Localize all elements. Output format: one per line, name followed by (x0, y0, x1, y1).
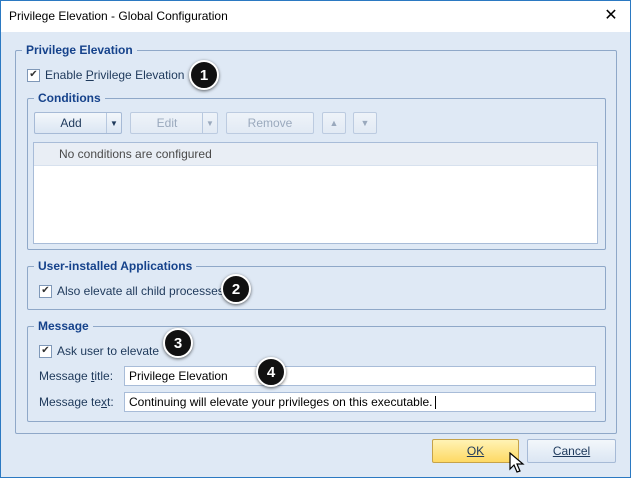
user-installed-applications-legend: User-installed Applications (34, 259, 197, 273)
enable-privilege-elevation-label: Enable Privilege Elevation (45, 68, 185, 82)
callout-marker-1: 1 (189, 60, 219, 90)
conditions-empty-text: No conditions are configured (59, 147, 212, 161)
cancel-button[interactable]: Cancel (527, 439, 616, 463)
message-title-input[interactable]: Privilege Elevation (124, 366, 596, 386)
callout-marker-2: 2 (221, 274, 251, 304)
ask-user-to-elevate-label: Ask user to elevate (57, 344, 160, 358)
add-button-label: Add (60, 116, 82, 130)
move-up-button[interactable]: ▲ (322, 112, 346, 134)
message-legend: Message (34, 319, 93, 333)
elevate-child-processes-checkbox[interactable]: ✔ Also elevate all child processes (39, 284, 224, 298)
add-dropdown-arrow-icon[interactable]: ▼ (106, 113, 121, 133)
window-title: Privilege Elevation - Global Configurati… (9, 9, 228, 23)
title-bar[interactable]: Privilege Elevation - Global Configurati… (1, 1, 630, 32)
ok-button-label: OK (466, 444, 485, 458)
edit-button[interactable]: Edit ▼ (130, 112, 218, 134)
close-icon[interactable]: ✕ (600, 5, 622, 27)
arrow-down-icon: ▼ (360, 118, 370, 128)
callout-marker-3: 3 (163, 328, 193, 358)
message-title-label: Message title: (39, 369, 114, 383)
edit-button-label: Edit (156, 116, 178, 130)
conditions-legend: Conditions (34, 91, 105, 105)
conditions-list[interactable]: No conditions are configured (33, 142, 598, 244)
checkbox-check-icon[interactable]: ✔ (27, 68, 40, 82)
conditions-empty-row: No conditions are configured (34, 143, 597, 166)
ask-user-to-elevate-checkbox[interactable]: ✔ Ask user to elevate (39, 344, 159, 358)
mouse-cursor-icon (509, 452, 525, 473)
message-text-input[interactable]: Continuing will elevate your privileges … (124, 392, 596, 412)
remove-button-label: Remove (247, 116, 293, 130)
remove-button[interactable]: Remove (226, 112, 314, 134)
enable-privilege-elevation-checkbox[interactable]: ✔ Enable Privilege Elevation (27, 68, 184, 82)
callout-marker-4: 4 (256, 357, 286, 387)
arrow-up-icon: ▲ (329, 118, 339, 128)
text-cursor (434, 396, 436, 410)
add-button[interactable]: Add ▼ (34, 112, 122, 134)
move-down-button[interactable]: ▼ (353, 112, 377, 134)
privilege-elevation-legend: Privilege Elevation (22, 43, 137, 57)
cancel-button-label: Cancel (552, 444, 591, 458)
edit-dropdown-arrow-icon[interactable]: ▼ (202, 113, 217, 133)
ok-button[interactable]: OK (432, 439, 519, 463)
message-text-label: Message text: (39, 395, 114, 409)
checkbox-check-icon[interactable]: ✔ (39, 344, 52, 358)
elevate-child-processes-label: Also elevate all child processes (57, 284, 224, 298)
checkbox-check-icon[interactable]: ✔ (39, 284, 52, 298)
message-text-value: Continuing will elevate your privileges … (129, 395, 433, 409)
